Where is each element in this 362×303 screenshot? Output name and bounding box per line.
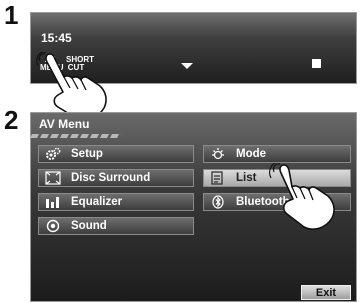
av-menu-button[interactable]: AV MENU [40, 56, 64, 72]
menu-item-disc-surround[interactable]: Disc Surround [38, 169, 194, 187]
menu-item-label: List [236, 172, 257, 184]
screen-title: AV Menu [39, 117, 90, 131]
menu-item-label: Sound [71, 220, 107, 232]
av-menu-label-line2: MENU [40, 63, 64, 72]
mode-icon [210, 147, 226, 161]
shortcut-label-line2: CUT [67, 63, 85, 72]
shortcut-button[interactable]: SHORT CUT [66, 56, 94, 72]
sound-icon [45, 219, 61, 233]
menu-item-equalizer[interactable]: Equalizer [38, 193, 194, 211]
home-screen: 15:45 AV MENU SHORT CUT [30, 12, 357, 84]
step-number-1: 1 [4, 0, 19, 30]
menu-item-list[interactable]: List [203, 169, 351, 187]
stop-square-icon[interactable] [312, 59, 321, 68]
menu-item-setup[interactable]: Setup [38, 145, 194, 163]
menu-item-label: Equalizer [71, 196, 123, 208]
menu-item-mode[interactable]: Mode [203, 145, 351, 163]
menu-item-bluetooth[interactable]: Bluetooth [203, 193, 351, 211]
menu-item-sound[interactable]: Sound [38, 217, 194, 235]
list-icon [210, 171, 226, 185]
down-arrow-icon[interactable] [181, 63, 193, 69]
gear-icon [45, 147, 61, 161]
menu-item-label: Setup [71, 148, 103, 160]
step-number-2: 2 [4, 105, 19, 135]
menu-item-label: Bluetooth [236, 196, 290, 208]
bluetooth-icon [210, 195, 226, 209]
menu-item-label: Mode [236, 148, 267, 160]
av-menu-screen: AV Menu Setup Disc Surround Equalizer So… [29, 112, 357, 302]
exit-button[interactable]: Exit [301, 285, 351, 300]
equalizer-icon [45, 195, 61, 209]
title-divider [29, 134, 123, 138]
surround-icon [45, 171, 61, 185]
clock-time: 15:45 [41, 31, 72, 45]
menu-item-label: Disc Surround [71, 172, 151, 184]
